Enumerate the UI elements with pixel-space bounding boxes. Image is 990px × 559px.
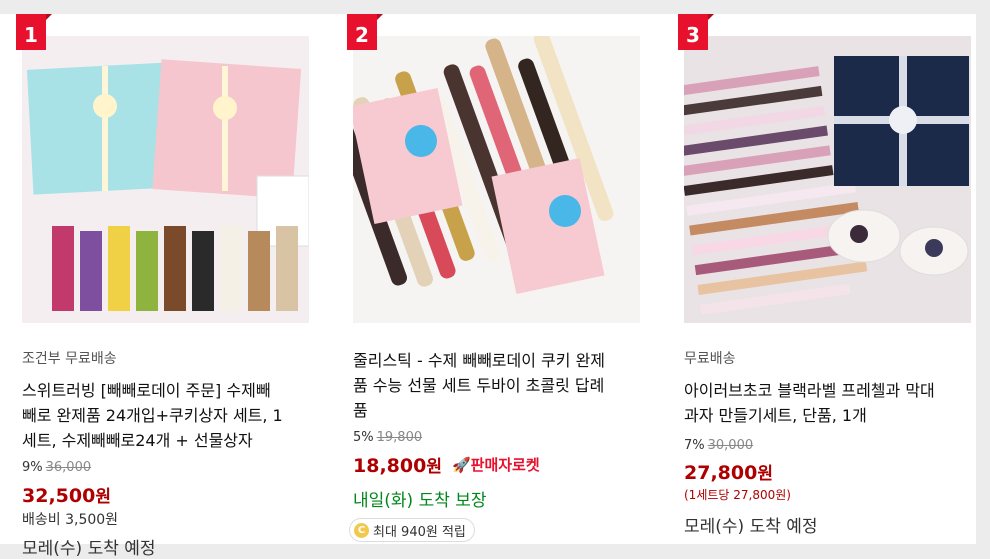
product-title[interactable]: 줄리스틱 - 수제 빼빼로데이 쿠키 완제 품 수능 선물 세트 두바이 초콜릿…	[353, 348, 605, 423]
product-image-2[interactable]	[353, 36, 640, 323]
sale-price: 32,500원	[22, 485, 111, 507]
product-card-2[interactable]: 2 줄리스틱 - 수제 빼빼로데이 쿠키 완제 품 수능 선물 세트 두바이 초…	[347, 14, 647, 544]
product-card-3[interactable]: 3 무료배송 아이러브초코 블랙라벨 프레첼과 막대 과자 만들기세트, 단품,…	[678, 14, 978, 544]
discount-info: 7% 30,000	[684, 438, 753, 453]
rank-badge: 3	[678, 14, 714, 50]
free-shipping-badge: 조건부 무료배송	[22, 351, 117, 367]
product-card-1[interactable]: 1 조건부 무료배송 스위트러빙 [빼빼로데이 주문] 수제빼 빼로 완제품 2…	[16, 14, 316, 559]
discount-rate: 7%	[684, 438, 705, 453]
discount-info: 9% 36,000	[22, 460, 91, 475]
product-image-1[interactable]	[22, 36, 309, 323]
delivery-estimate: 모레(수) 도착 예정	[22, 539, 156, 559]
free-shipping-badge: 무료배송	[684, 351, 736, 367]
product-title[interactable]: 아이러브초코 블랙라벨 프레첼과 막대 과자 만들기세트, 단품, 1개	[684, 378, 935, 428]
unit-price: (1세트당 27,800원)	[684, 488, 791, 502]
product-image-3[interactable]	[684, 36, 971, 323]
discount-rate: 5%	[353, 430, 374, 445]
sale-price: 18,800원 🚀판매자로켓	[353, 455, 540, 477]
rocket-icon: 🚀	[451, 456, 471, 474]
seller-rocket-badge: 🚀판매자로켓	[451, 456, 540, 474]
delivery-guarantee: 내일(화) 도착 보장	[353, 491, 487, 511]
product-list: 1 조건부 무료배송 스위트러빙 [빼빼로데이 주문] 수제빼 빼로 완제품 2…	[0, 14, 978, 559]
rank-badge: 1	[16, 14, 52, 50]
discount-info: 5% 19,800	[353, 430, 422, 445]
sale-price: 27,800원	[684, 462, 773, 484]
reward-badge: C 최대 940원 적립	[349, 518, 475, 542]
original-price: 30,000	[707, 438, 754, 453]
discount-rate: 9%	[22, 460, 43, 475]
original-price: 36,000	[45, 460, 92, 475]
product-title[interactable]: 스위트러빙 [빼빼로데이 주문] 수제빼 빼로 완제품 24개입+쿠키상자 세트…	[22, 378, 283, 453]
delivery-estimate: 모레(수) 도착 예정	[684, 517, 818, 537]
original-price: 19,800	[376, 430, 423, 445]
rank-badge: 2	[347, 14, 383, 50]
coin-icon: C	[354, 522, 369, 538]
shipping-fee: 배송비 3,500원	[22, 512, 119, 528]
